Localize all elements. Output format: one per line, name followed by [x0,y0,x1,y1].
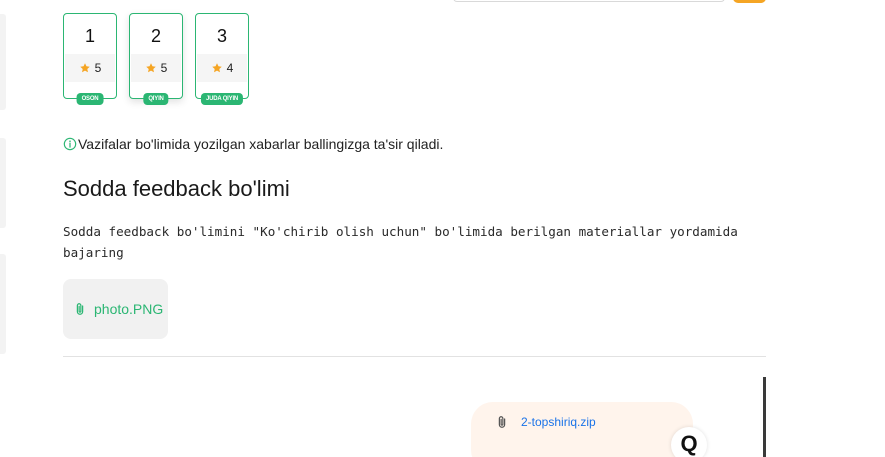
level-number: 1 [84,26,95,46]
attachment-name: photo.PNG [94,301,164,317]
attachment-link[interactable]: photo.PNG [63,279,168,339]
star-icon [79,63,90,73]
level-rating: 4 [197,54,247,82]
level-card-2[interactable]: 2 5 QIYIN [129,13,183,105]
section-description: Sodda feedback bo'limini "Ko'chirib olis… [63,224,738,260]
left-rail-segment [0,138,6,228]
divider [63,356,766,357]
star-icon [211,63,222,73]
section-title: Sodda feedback bo'limi [63,176,290,201]
scrollbar[interactable] [763,377,766,457]
notice-text: Vazifalar bo'limida yozilgan xabarlar ba… [78,136,444,152]
search-input[interactable] [453,0,725,2]
left-rail-segment [0,254,6,354]
rating-value: 5 [94,61,102,75]
level-rating: 5 [65,54,115,82]
paperclip-icon [76,303,84,315]
notice: Vazifalar bo'limida yozilgan xabarlar ba… [63,136,443,152]
difficulty-badge: OSON [76,93,104,105]
level-rating: 5 [131,54,181,82]
rating-value: 5 [160,61,168,75]
avatar: Q [671,427,707,457]
left-rail-segment [0,14,6,110]
chat-file-name: 2-topshiriq.zip [521,415,596,429]
difficulty-levels: 1 5 OSON 2 5 QIYIN 3 4 JUDA QIYIN [63,13,249,105]
star-icon [145,63,156,73]
level-card-1[interactable]: 1 5 OSON [63,13,117,105]
level-card-3[interactable]: 3 4 JUDA QIYIN [195,13,249,105]
chat-file-attachment[interactable]: 2-topshiriq.zip [471,402,693,457]
difficulty-badge: QIYIN [143,93,169,105]
level-number: 3 [216,26,227,46]
paperclip-icon [498,416,506,428]
level-number: 2 [150,26,161,46]
difficulty-badge: JUDA QIYIN [200,93,244,105]
info-icon [63,137,77,151]
submit-button[interactable] [733,0,766,3]
rating-value: 4 [226,61,234,75]
